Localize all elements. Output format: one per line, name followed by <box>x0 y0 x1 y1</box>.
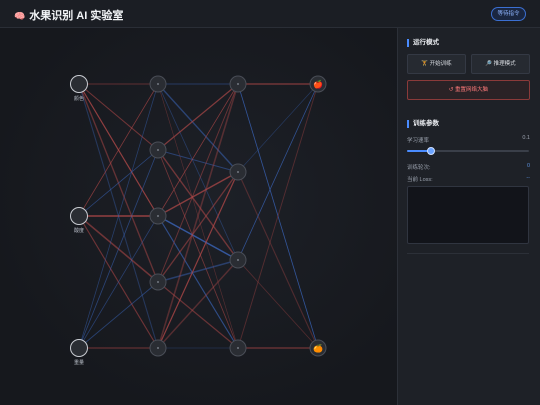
learning-rate-label: 学习速率 <box>407 138 430 144</box>
input-label-color: 颜色 <box>73 96 84 102</box>
reset-network-button[interactable]: ↺ 重置网络大脑 <box>407 80 530 100</box>
loss-label: 当前 Loss: <box>407 177 433 183</box>
connection-line <box>78 281 159 349</box>
node-center-dot <box>237 259 239 261</box>
mode-section-title: 运行模式 <box>407 39 439 47</box>
connection-line <box>237 259 319 349</box>
connection-line <box>157 171 239 283</box>
input-node <box>70 207 88 225</box>
connection-line <box>157 149 239 173</box>
connection-line <box>237 83 319 173</box>
node-center-dot <box>157 83 159 85</box>
connection-line <box>157 149 239 349</box>
connection-line <box>237 171 319 349</box>
input-label-weight: 重量 <box>73 360 84 366</box>
node-center-dot <box>157 149 159 151</box>
input-node <box>70 339 88 357</box>
network-canvas: 🍎 🍊 颜色 酸度 重量 <box>0 28 397 405</box>
app-header: 🧠 水果识别 AI 实验室 等待指令 <box>0 0 540 28</box>
node-center-dot <box>157 347 159 349</box>
infer-button[interactable]: 🔎 推理模式 <box>471 54 530 74</box>
connection-line <box>157 215 239 349</box>
app-title-text: 水果识别 AI 实验室 <box>29 10 124 22</box>
epochs-value: 0 <box>526 163 530 169</box>
params-section-title: 训练参数 <box>407 120 439 128</box>
connection-line <box>78 149 159 217</box>
connection-line <box>78 149 159 349</box>
node-center-dot <box>237 83 239 85</box>
connection-line <box>78 83 159 151</box>
orange-icon: 🍊 <box>313 343 324 353</box>
panel-divider <box>407 253 529 254</box>
node-center-dot <box>237 171 239 173</box>
node-center-dot <box>157 215 159 217</box>
connection-line <box>157 259 239 349</box>
node-center-dot <box>157 281 159 283</box>
network-diagram: 🍎🍊 <box>70 75 327 357</box>
connection-line <box>237 83 319 261</box>
learning-rate-slider[interactable] <box>407 147 529 155</box>
connection-line <box>157 83 239 173</box>
learning-rate-value: 0.1 <box>522 135 530 141</box>
brain-icon: 🧠 <box>14 11 26 21</box>
train-button[interactable]: 🏋 开始训练 <box>407 54 466 74</box>
apple-icon: 🍎 <box>313 79 323 89</box>
training-log-area <box>407 186 529 244</box>
connection-line <box>157 281 239 349</box>
epochs-label: 训练轮次: <box>407 165 431 171</box>
connection-line <box>157 83 239 217</box>
app-title: 🧠 水果识别 AI 实验室 <box>14 7 123 23</box>
loss-value: -- <box>526 175 530 181</box>
connection-line <box>157 171 239 349</box>
status-badge: 等待指令 <box>491 7 526 21</box>
input-label-acidity: 酸度 <box>73 228 84 234</box>
connection-line <box>157 149 239 261</box>
input-node <box>70 75 88 93</box>
connection-line <box>157 83 239 283</box>
connection-line <box>157 83 239 261</box>
node-center-dot <box>237 347 239 349</box>
connection-line <box>157 83 239 151</box>
connection-line <box>157 259 239 283</box>
